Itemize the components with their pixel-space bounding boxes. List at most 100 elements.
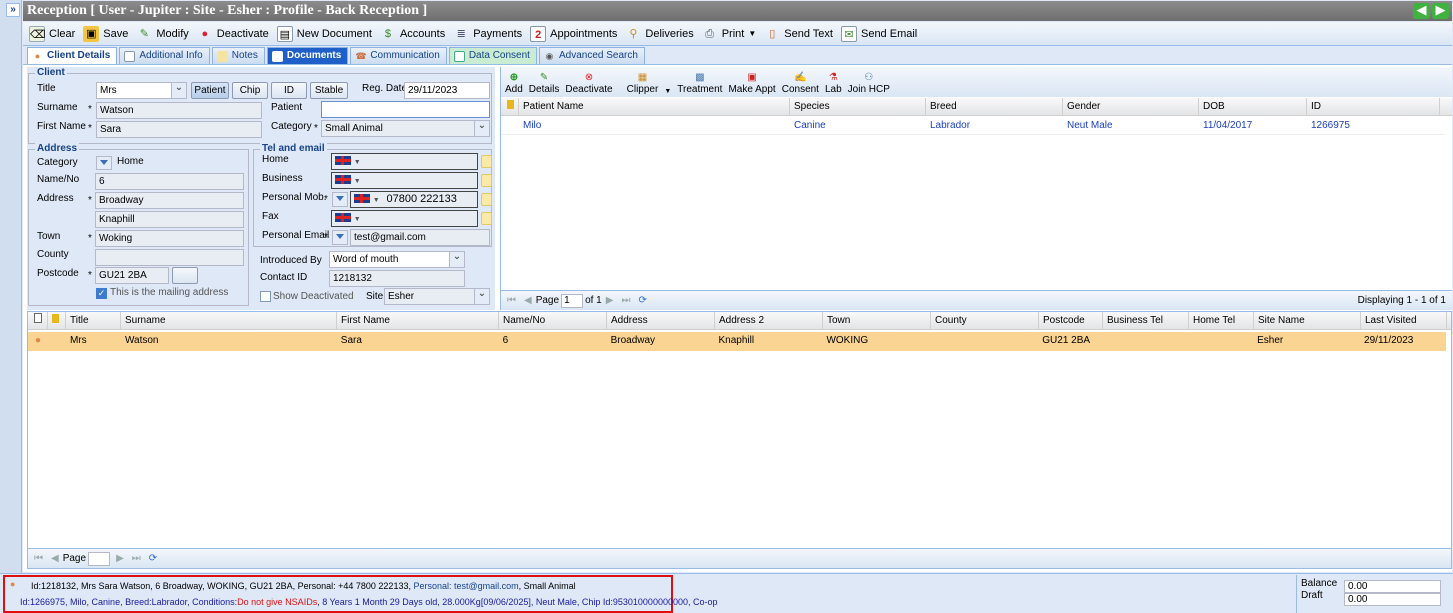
tab-client-details[interactable]: ● Client Details — [27, 47, 118, 64]
mobile-type-dropdown[interactable] — [332, 192, 348, 207]
next-page-icon[interactable]: ▶ — [116, 553, 124, 564]
column-header-gender[interactable]: Gender — [1063, 98, 1199, 115]
name-no-field[interactable]: 6 — [95, 173, 244, 190]
column-header-town[interactable]: Town — [823, 312, 931, 329]
modify-button[interactable]: ✎ Modify — [136, 26, 189, 42]
table-row[interactable]: Milo Canine Labrador Neut Male 11/04/201… — [501, 117, 1445, 135]
business-tel-field[interactable]: ▼ — [331, 172, 478, 189]
county-field[interactable] — [95, 249, 244, 266]
page-input[interactable]: 1 — [561, 293, 584, 308]
expand-panel-button[interactable]: » — [6, 3, 20, 17]
site-select[interactable]: Esher — [384, 288, 490, 305]
column-header-species[interactable]: Species — [790, 98, 926, 115]
send-text-button[interactable]: ▯ Send Text — [764, 26, 833, 42]
column-header-patient-name[interactable]: Patient Name — [519, 98, 790, 115]
last-page-icon[interactable]: ⏭ — [621, 295, 630, 306]
town-field[interactable]: Woking — [95, 230, 244, 247]
column-header-first-name[interactable]: First Name — [337, 312, 499, 329]
green-right-arrow-icon[interactable]: ▶ — [1432, 3, 1449, 19]
chip-search-button[interactable]: Chip — [232, 82, 268, 99]
column-header-surname[interactable]: Surname — [121, 312, 337, 329]
make-appt-button[interactable]: ▣ Make Appt — [728, 72, 775, 97]
table-row[interactable]: ● Mrs Watson Sara 6 Broadway Knaphill WO… — [28, 332, 1446, 351]
flag-column-header[interactable] — [501, 98, 519, 115]
surname-field[interactable]: Watson — [96, 102, 262, 119]
note-icon[interactable] — [481, 155, 492, 168]
tab-data-consent[interactable]: Data Consent — [448, 47, 537, 64]
deliveries-button[interactable]: ⚲ Deliveries — [625, 26, 693, 42]
stable-search-button[interactable]: Stable — [310, 82, 348, 99]
column-header-address[interactable]: Address — [607, 312, 715, 329]
column-header-address-2[interactable]: Address 2 — [715, 312, 823, 329]
treatment-button[interactable]: ▩ Treatment — [677, 72, 722, 97]
column-header-site-name[interactable]: Site Name — [1254, 312, 1361, 329]
accounts-button[interactable]: $ Accounts — [380, 26, 445, 42]
add-patient-button[interactable]: ⊕ Add — [505, 72, 523, 97]
column-header-home-tel[interactable]: Home Tel — [1189, 312, 1254, 329]
email-field[interactable]: test@gmail.com — [350, 229, 490, 246]
prev-page-icon[interactable]: ◀ — [524, 295, 532, 306]
save-button[interactable]: ▣ Save — [83, 25, 128, 42]
patient-field[interactable] — [321, 101, 490, 118]
first-page-icon[interactable]: ⏮ — [507, 295, 516, 306]
first-name-field[interactable]: Sara — [96, 121, 262, 138]
column-header-title[interactable]: Title — [66, 312, 121, 329]
patient-details-button[interactable]: ✎ Details — [529, 72, 560, 97]
home-tel-field[interactable]: ▼ — [331, 153, 478, 170]
column-header-name-no[interactable]: Name/No — [499, 312, 607, 329]
address-line2-field[interactable]: Knaphill — [95, 211, 244, 228]
column-header-business-tel[interactable]: Business Tel — [1103, 312, 1189, 329]
appointments-button[interactable]: 2 Appointments — [530, 25, 617, 42]
tab-advanced-search[interactable]: ◉ Advanced Search — [538, 47, 645, 64]
consent-button[interactable]: ✍ Consent — [782, 72, 819, 97]
mailing-address-checkbox[interactable]: ✓ — [96, 288, 107, 299]
postcode-lookup-button[interactable] — [172, 267, 198, 284]
send-email-button[interactable]: ✉ Send Email — [840, 25, 917, 42]
tab-additional-info[interactable]: Additional Info — [119, 47, 210, 64]
address-line1-field[interactable]: Broadway — [95, 192, 244, 209]
tab-documents[interactable]: Documents — [266, 47, 349, 64]
show-deactivated-checkbox[interactable] — [260, 291, 271, 302]
client-category-select[interactable]: Small Animal — [321, 120, 490, 137]
deactivate-patient-button[interactable]: ⊗ Deactivate — [565, 72, 612, 97]
column-header-id[interactable]: ID — [1307, 98, 1440, 115]
page-input[interactable] — [88, 551, 111, 566]
clipper-dropdown[interactable]: ▼ — [664, 88, 671, 97]
join-hcp-button[interactable]: ⚇ Join HCP — [848, 72, 890, 97]
last-page-icon[interactable]: ⏭ — [132, 553, 141, 564]
column-header-county[interactable]: County — [931, 312, 1039, 329]
introduced-by-select[interactable]: Word of mouth — [329, 251, 465, 268]
fax-field[interactable]: ▼ — [331, 210, 478, 227]
refresh-icon[interactable]: ⟳ — [149, 553, 157, 564]
note-icon[interactable] — [481, 174, 492, 187]
id-search-button[interactable]: ID — [271, 82, 307, 99]
column-header-last-visited[interactable]: Last Visited — [1361, 312, 1447, 329]
tab-communication[interactable]: ☎ Communication — [350, 47, 447, 64]
column-header-dob[interactable]: DOB — [1199, 98, 1307, 115]
column-header-postcode[interactable]: Postcode — [1039, 312, 1103, 329]
mobile-field[interactable]: ▼ 07800 222133 — [350, 191, 478, 208]
document-column-header[interactable] — [28, 312, 48, 329]
green-left-arrow-icon[interactable]: ◀ — [1413, 3, 1430, 19]
clipper-button[interactable]: ▦ Clipper — [627, 72, 659, 97]
patient-search-button[interactable]: Patient — [191, 82, 229, 99]
next-page-icon[interactable]: ▶ — [606, 295, 614, 306]
title-select[interactable]: Mrs — [96, 82, 187, 99]
address-category-dropdown[interactable] — [96, 156, 112, 170]
clear-button[interactable]: ⌫ Clear — [29, 25, 75, 42]
refresh-icon[interactable]: ⟳ — [638, 295, 646, 306]
flag-column-header[interactable] — [48, 312, 66, 329]
payments-button[interactable]: ≣ Payments — [453, 26, 523, 42]
postcode-field[interactable]: GU21 2BA — [95, 267, 169, 284]
lab-button[interactable]: ⚗ Lab — [825, 72, 842, 97]
reg-date-field[interactable]: 29/11/2023 — [404, 82, 490, 99]
tab-notes[interactable]: Notes — [211, 47, 265, 64]
column-header-breed[interactable]: Breed — [926, 98, 1063, 115]
new-document-button[interactable]: ▤ New Document — [276, 25, 372, 42]
patient-name-cell[interactable]: Milo — [519, 117, 790, 134]
note-icon[interactable] — [481, 193, 492, 206]
print-button[interactable]: ⎙ Print ▼ — [702, 26, 756, 42]
deactivate-button[interactable]: ● Deactivate — [197, 26, 268, 42]
first-page-icon[interactable]: ⏮ — [34, 553, 43, 564]
prev-page-icon[interactable]: ◀ — [51, 553, 59, 564]
